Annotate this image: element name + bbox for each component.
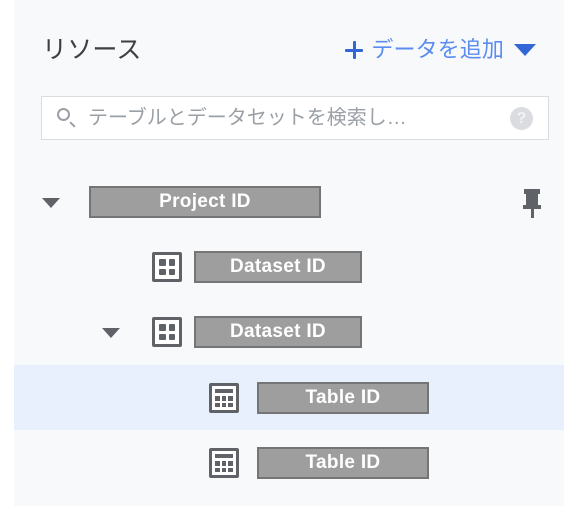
panel-header: リソース データを追加 (14, 28, 564, 72)
plus-icon (344, 40, 364, 60)
tree-row-table-1[interactable]: Table ID (14, 365, 564, 430)
pin-icon[interactable] (519, 188, 545, 218)
pin-body (526, 194, 538, 205)
add-data-label: データを追加 (371, 37, 504, 62)
resource-tree: Project ID Dataset ID Dataset ID Table I… (14, 170, 564, 495)
expand-collapse-icon[interactable] (102, 328, 120, 338)
search-field[interactable]: ? (41, 96, 549, 140)
dataset-grid-icon (152, 252, 182, 282)
chevron-down-icon[interactable] (514, 44, 536, 56)
search-input[interactable] (88, 106, 502, 130)
table-id-label[interactable]: Table ID (257, 382, 429, 414)
expand-collapse-icon[interactable] (42, 198, 60, 208)
resources-panel: リソース データを追加 ? Project ID (14, 0, 564, 506)
dataset-id-label[interactable]: Dataset ID (194, 251, 362, 283)
tree-row-table-2[interactable]: Table ID (14, 430, 564, 495)
table-grid-icon (209, 383, 239, 413)
tree-row-project[interactable]: Project ID (14, 170, 564, 235)
dataset-id-label[interactable]: Dataset ID (194, 316, 362, 348)
page-title: リソース (42, 36, 142, 64)
table-id-label[interactable]: Table ID (257, 447, 429, 479)
pin-needle (530, 209, 534, 218)
tree-row-dataset-1[interactable]: Dataset ID (14, 235, 564, 300)
project-id-label[interactable]: Project ID (89, 186, 321, 218)
help-circle-icon[interactable]: ? (510, 106, 533, 130)
search-icon (56, 107, 78, 129)
tree-row-dataset-2[interactable]: Dataset ID (14, 300, 564, 365)
add-data-button[interactable]: データを追加 (344, 37, 504, 63)
table-grid-icon (209, 448, 239, 478)
dataset-grid-icon (152, 317, 182, 347)
